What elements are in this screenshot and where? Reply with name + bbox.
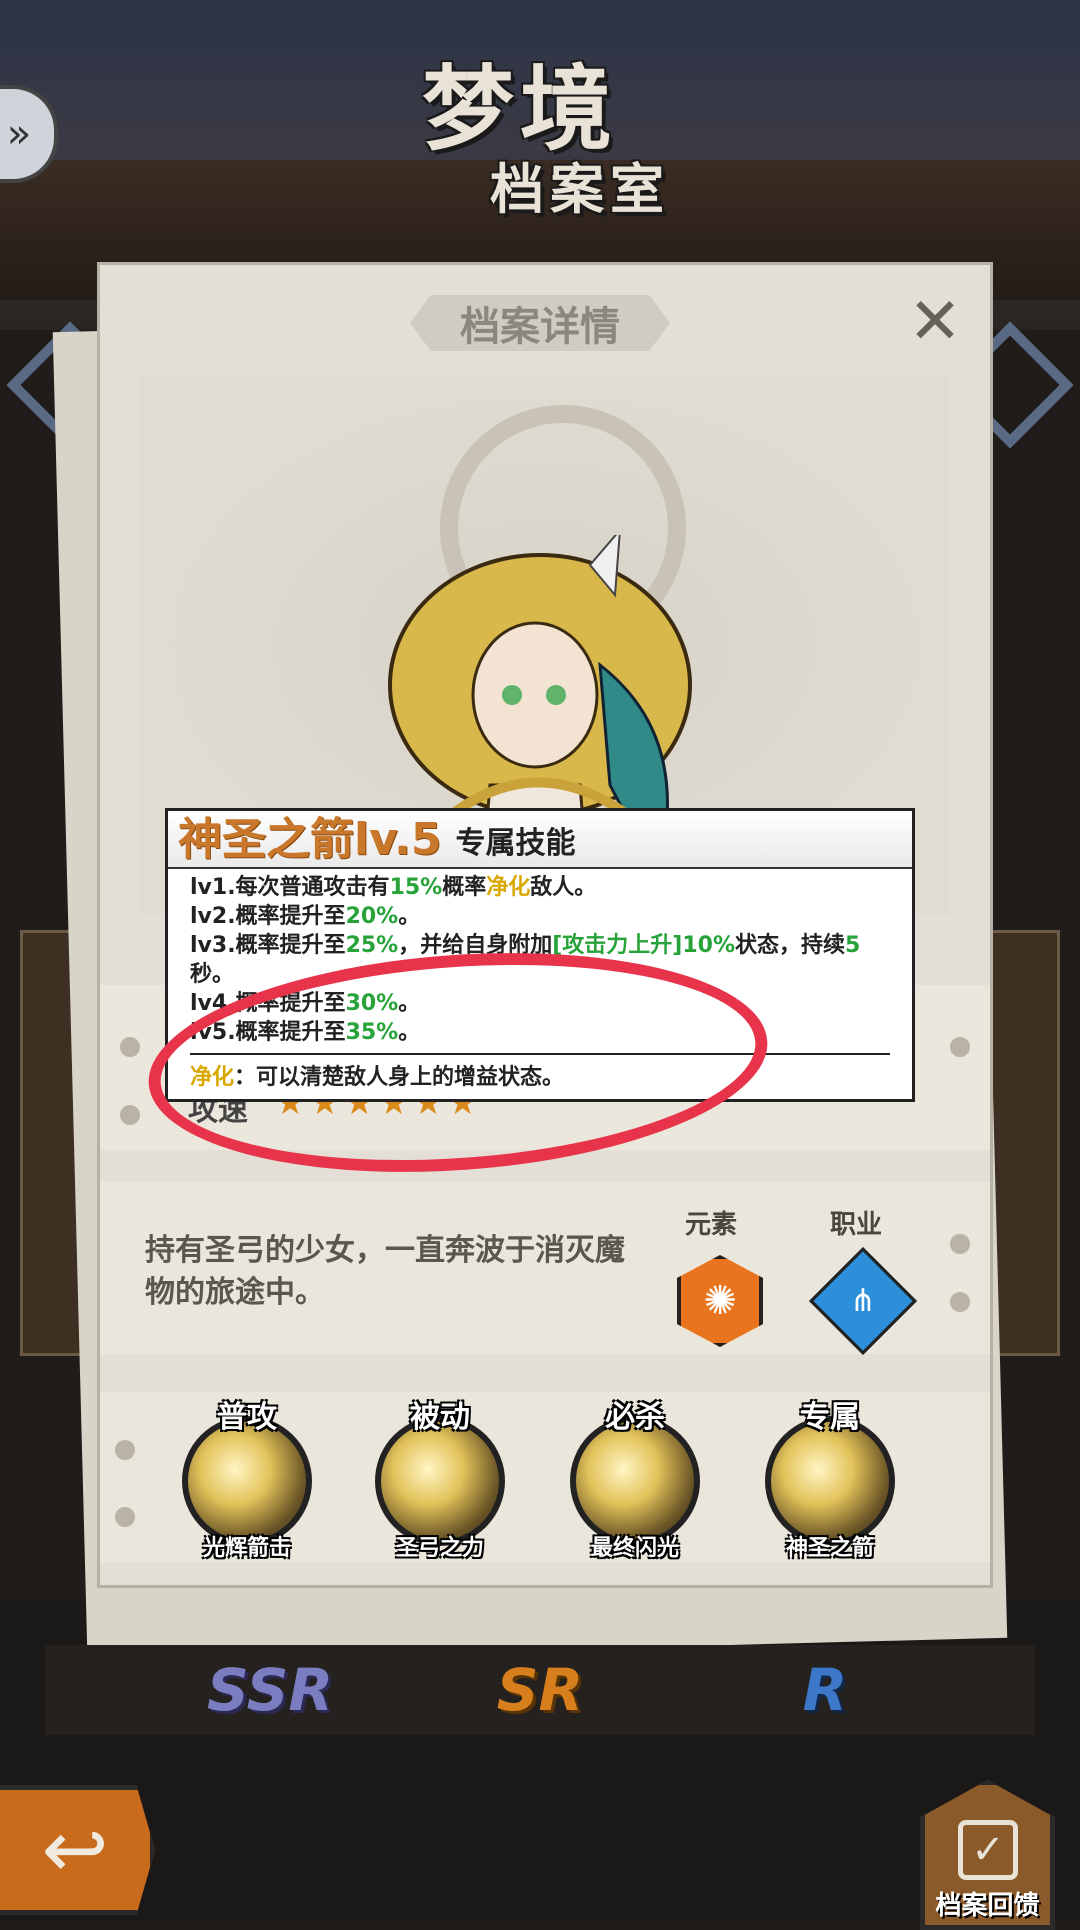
- rarity-tab-bar: SSR SR R: [45, 1645, 1035, 1735]
- text: lv2.概率提升至: [190, 904, 346, 929]
- skill-type-label: 必杀: [605, 1400, 665, 1435]
- value: 20%: [345, 904, 399, 929]
- text: 状态，持续: [735, 933, 846, 958]
- skill-title-row: 神圣之箭lv.5 专属技能: [168, 811, 912, 869]
- keyword: 净化: [486, 875, 531, 900]
- skill-slot-passive[interactable]: 被动 圣弓之力: [365, 1392, 515, 1562]
- feedback-label: 档案回馈: [935, 1891, 1040, 1921]
- tab-sr[interactable]: SR: [485, 1645, 595, 1735]
- text: lv3.概率提升至: [190, 933, 346, 958]
- text: 敌人。: [530, 875, 597, 900]
- punch-hole: [120, 1037, 140, 1057]
- punch-hole: [120, 1105, 140, 1125]
- game-title-logo: 梦境 档案室: [260, 45, 780, 235]
- close-button[interactable]: ✕: [900, 287, 970, 357]
- title-line-2: 档案室: [490, 158, 670, 221]
- value: 15%: [389, 875, 443, 900]
- card-header: 档案详情: [410, 295, 670, 351]
- skill-slot-name: 圣弓之力: [395, 1536, 484, 1561]
- punch-hole: [950, 1234, 970, 1254]
- text: 秒。: [190, 962, 235, 987]
- skill-level-2: lv2.概率提升至20%。: [190, 902, 890, 931]
- buff: [攻击力上升]10%: [552, 933, 736, 958]
- skill-tag: 专属技能: [455, 826, 576, 861]
- value: 25%: [345, 933, 399, 958]
- trident-class-icon: ⋔: [808, 1246, 918, 1356]
- skill-slot-ultimate[interactable]: 必杀 最终闪光: [560, 1392, 710, 1562]
- skill-slot-normal[interactable]: 普攻 光辉箭击: [172, 1392, 322, 1562]
- skill-slot-name: 最终闪光: [590, 1536, 679, 1561]
- close-icon: ✕: [908, 285, 962, 359]
- back-arrow-icon: ↩: [41, 1803, 109, 1896]
- tab-r[interactable]: R: [770, 1645, 880, 1735]
- text: lv1.每次普通攻击有: [190, 875, 390, 900]
- punch-hole: [115, 1507, 135, 1527]
- element-label: 元素: [685, 1210, 738, 1240]
- title-line-1: 梦境: [421, 56, 618, 163]
- description-panel: 持有圣弓的少女，一直奔波于消灭魔物的旅途中。 元素 职业 ✺ ⋔: [100, 1182, 990, 1356]
- skill-type-label: 被动: [410, 1400, 470, 1435]
- punch-hole: [950, 1037, 970, 1057]
- skill-name: 神圣之箭lv.5: [178, 814, 442, 865]
- value: 5: [845, 933, 861, 958]
- skill-slot-exclusive[interactable]: 专属 神圣之箭: [755, 1392, 905, 1562]
- text: 。: [398, 904, 421, 929]
- skill-slot-name: 神圣之箭: [785, 1536, 874, 1561]
- back-button[interactable]: ↩: [0, 1785, 155, 1915]
- punch-hole: [115, 1440, 135, 1460]
- fire-element-icon: ✺: [677, 1255, 763, 1347]
- skill-type-label: 专属: [800, 1400, 860, 1435]
- skill-level-1: lv1.每次普通攻击有15%概率净化敌人。: [190, 873, 890, 902]
- hero-description: 持有圣弓的少女，一直奔波于消灭魔物的旅途中。: [145, 1233, 625, 1310]
- text: 概率: [442, 875, 487, 900]
- tab-ssr[interactable]: SSR: [207, 1645, 333, 1735]
- punch-hole: [950, 1292, 970, 1312]
- skills-panel: 普攻 光辉箭击 被动 圣弓之力 必杀 最终闪光 专属 神圣之箭: [100, 1392, 990, 1562]
- class-label: 职业: [830, 1210, 883, 1240]
- clipboard-check-icon: ✓: [958, 1820, 1018, 1880]
- skill-type-label: 普攻: [217, 1400, 277, 1435]
- double-chevron-icon: »: [6, 111, 32, 157]
- skill-slot-name: 光辉箭击: [202, 1536, 291, 1561]
